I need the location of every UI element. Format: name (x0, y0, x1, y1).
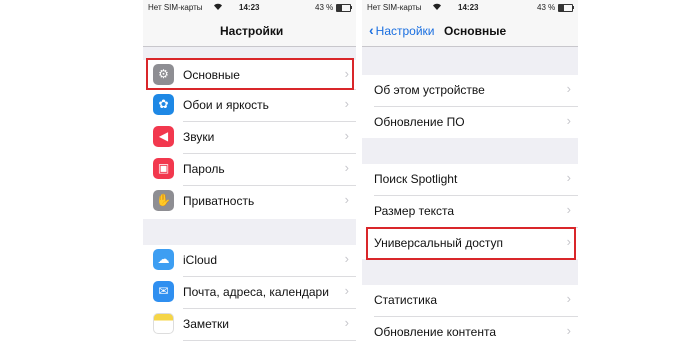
nav-bar: Настройки (143, 16, 356, 47)
general-item-label: Статистика (374, 293, 438, 307)
flower-icon: ✿ (153, 94, 174, 115)
settings-item-sounds[interactable]: ◀ Звуки › (143, 122, 356, 154)
chevron-right-icon: › (344, 315, 349, 330)
settings-item-label: iCloud (183, 253, 218, 267)
settings-item-privacy[interactable]: ✋ Приватность › (143, 186, 356, 219)
settings-item-passcode[interactable]: ▣ Пароль › (143, 154, 356, 186)
battery-icon (558, 4, 573, 12)
nav-bar: ‹ Настройки Основные (362, 16, 578, 47)
chevron-right-icon: › (566, 81, 571, 96)
general-item-background-refresh[interactable]: Обновление контента › (362, 317, 578, 349)
general-item-label: Об этом устройстве (374, 83, 485, 97)
chevron-right-icon: › (344, 96, 349, 111)
wifi-icon (432, 2, 442, 13)
notes-icon (153, 313, 174, 334)
clock: 14:23 (239, 3, 260, 12)
battery-percent: 43 % (315, 3, 334, 12)
page-title: Основные (444, 24, 507, 38)
chevron-right-icon: › (344, 192, 349, 207)
general-item-label: Поиск Spotlight (374, 172, 458, 186)
chevron-right-icon: › (344, 283, 349, 298)
general-item-spotlight[interactable]: Поиск Spotlight › (362, 164, 578, 196)
chevron-right-icon: › (566, 323, 571, 338)
settings-item-notes[interactable]: Заметки › (143, 309, 356, 341)
general-item-label: Обновление ПО (374, 115, 465, 129)
settings-item-label: Почта, адреса, календари (183, 285, 329, 299)
back-label: Настройки (375, 24, 435, 38)
general-item-label: Размер текста (374, 204, 455, 218)
page-title: Настройки (220, 24, 284, 38)
settings-screen: Нет SIM-карты 14:23 43 % Настройки ⚙ Осн… (143, 0, 356, 349)
general-item-software-update[interactable]: Обновление ПО › (362, 107, 578, 138)
settings-item-wallpaper[interactable]: ✿ Обои и яркость › (143, 90, 356, 122)
lock-icon: ▣ (153, 158, 174, 179)
highlight-box (146, 58, 354, 90)
settings-item-label: Звуки (183, 130, 215, 144)
settings-item-label: Заметки (183, 317, 229, 331)
status-bar: Нет SIM-карты 14:23 43 % (143, 0, 356, 16)
clock: 14:23 (458, 3, 479, 12)
general-screen: Нет SIM-карты 14:23 43 % ‹ Настройки Осно… (362, 0, 578, 349)
carrier-label: Нет SIM-карты (148, 3, 203, 12)
settings-item-mail[interactable]: ✉ Почта, адреса, календари › (143, 277, 356, 309)
battery-percent: 43 % (537, 3, 556, 12)
chevron-right-icon: › (344, 251, 349, 266)
chevron-right-icon: › (566, 170, 571, 185)
carrier-label: Нет SIM-карты (367, 3, 422, 12)
status-bar: Нет SIM-карты 14:23 43 % (362, 0, 578, 16)
chevron-right-icon: › (566, 113, 571, 128)
settings-item-icloud[interactable]: ☁ iCloud › (143, 245, 356, 277)
chevron-right-icon: › (344, 160, 349, 175)
mail-icon: ✉ (153, 281, 174, 302)
highlight-box (366, 227, 576, 260)
back-button[interactable]: ‹ Настройки (369, 22, 435, 38)
general-item-text-size[interactable]: Размер текста › (362, 196, 578, 228)
settings-item-label: Обои и яркость (183, 98, 269, 112)
cloud-icon: ☁ (153, 249, 174, 270)
chevron-right-icon: › (566, 291, 571, 306)
battery-icon (336, 4, 351, 12)
settings-item-label: Пароль (183, 162, 225, 176)
general-item-about[interactable]: Об этом устройстве › (362, 75, 578, 107)
general-item-label: Обновление контента (374, 325, 497, 339)
speaker-icon: ◀ (153, 126, 174, 147)
chevron-left-icon: ‹ (369, 22, 374, 38)
hand-icon: ✋ (153, 190, 174, 211)
chevron-right-icon: › (344, 128, 349, 143)
chevron-right-icon: › (566, 202, 571, 217)
general-item-usage[interactable]: Статистика › (362, 285, 578, 317)
wifi-icon (213, 2, 223, 13)
settings-item-label: Приватность (183, 194, 255, 208)
